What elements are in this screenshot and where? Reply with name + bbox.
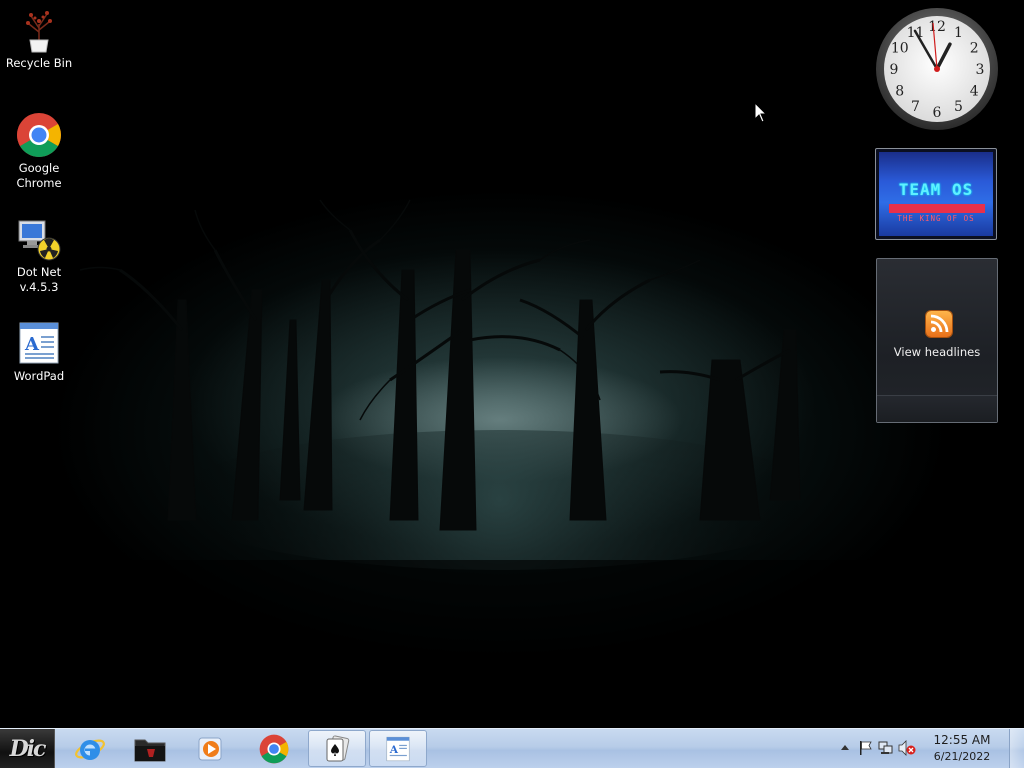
team-os-subtitle: THE KING OF OS <box>897 214 975 223</box>
taskbar-button-chrome[interactable] <box>245 730 303 767</box>
taskbar-button-wordpad[interactable]: A <box>369 730 427 767</box>
clock-number: 9 <box>890 62 899 78</box>
mouse-cursor-icon <box>754 102 768 123</box>
analog-clock-icon: 121234567891011 <box>876 8 998 130</box>
feed-gadget-footer <box>877 395 997 422</box>
network-icon[interactable] <box>878 740 894 756</box>
desktop-icon-wordpad[interactable]: A WordPad <box>1 319 77 384</box>
clock-number: 12 <box>928 19 946 35</box>
spade-card-icon <box>326 734 350 761</box>
clock-number: 2 <box>970 41 979 57</box>
start-button[interactable]: Dic <box>0 729 55 768</box>
recycle-bin-plant-icon <box>15 6 63 54</box>
desktop-icon-label: Google Chrome <box>16 161 62 190</box>
chrome-icon <box>259 734 289 763</box>
desktop-icon-dot-net[interactable]: Dot Net v.4.5.3 <box>1 215 77 295</box>
system-tray: 12:55 AM 6/21/2022 <box>834 729 1024 768</box>
taskbar-button-internet-explorer[interactable] <box>61 730 119 767</box>
clock-gadget[interactable]: 121234567891011 <box>875 7 999 131</box>
team-os-title: TEAM OS <box>898 180 974 199</box>
show-desktop-button[interactable] <box>1009 729 1024 768</box>
clock-number: 1 <box>954 25 963 41</box>
wordpad-icon: A <box>386 736 410 761</box>
desktop-icon-label: Dot Net v.4.5.3 <box>16 265 62 294</box>
chrome-icon <box>15 111 63 159</box>
taskbar-clock-time[interactable]: 12:55 AM <box>924 733 1000 747</box>
view-headlines-link[interactable]: View headlines <box>877 345 997 359</box>
taskbar-clock-date[interactable]: 6/21/2022 <box>924 750 1000 763</box>
action-center-flag-icon[interactable] <box>858 740 874 756</box>
forest-wallpaper <box>0 199 1024 728</box>
dotnet-installer-icon <box>15 215 63 263</box>
desktop-icon-label: Recycle Bin <box>5 56 73 70</box>
desktop-icon-recycle-bin[interactable]: Recycle Bin <box>1 6 77 71</box>
clock-number: 8 <box>895 84 904 100</box>
svg-text:A: A <box>389 743 399 756</box>
internet-explorer-icon <box>75 739 105 760</box>
desktop-icon-google-chrome[interactable]: Google Chrome <box>1 111 77 191</box>
clock-number: 3 <box>976 62 985 78</box>
desktop-icon-label: WordPad <box>13 369 65 383</box>
wordpad-icon: A <box>15 319 63 367</box>
taskbar-button-media-player[interactable] <box>182 730 240 767</box>
taskbar-button-solitaire[interactable] <box>308 730 366 767</box>
show-hidden-icons-icon[interactable] <box>840 743 850 751</box>
media-player-icon <box>198 737 222 760</box>
volume-muted-icon[interactable] <box>898 740 916 756</box>
taskbar-button-file-explorer[interactable] <box>121 730 179 767</box>
team-os-gadget[interactable]: TEAM OS THE KING OF OS <box>875 148 997 240</box>
team-os-banner: TEAM OS THE KING OF OS <box>879 152 993 236</box>
folder-icon <box>134 739 166 761</box>
rss-icon[interactable] <box>926 311 952 337</box>
clock-number: 7 <box>911 99 920 115</box>
team-os-red-bar <box>889 204 985 213</box>
svg-text:A: A <box>24 334 40 355</box>
clock-number: 6 <box>933 105 942 121</box>
clock-number: 10 <box>891 41 909 57</box>
desktop[interactable]: Recycle Bin Google Chrome Dot Net v.4.5.… <box>0 0 1024 728</box>
clock-number: 4 <box>970 84 979 100</box>
start-button-logo: Dic <box>9 735 47 762</box>
taskbar[interactable]: Dic A 12:55 AM 6/21/2022 <box>0 728 1024 768</box>
clock-number: 5 <box>954 99 963 115</box>
feed-headlines-gadget[interactable]: View headlines <box>876 258 998 423</box>
